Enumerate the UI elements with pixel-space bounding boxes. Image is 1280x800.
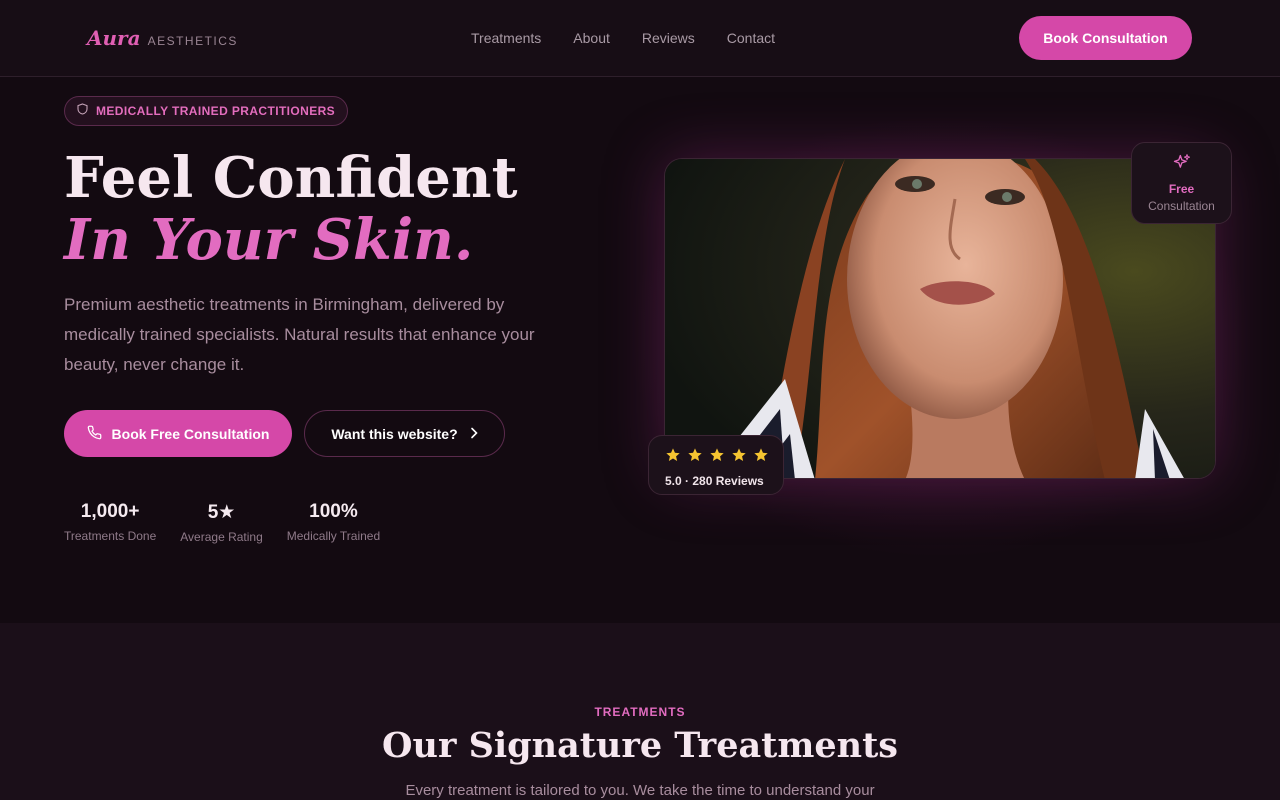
nav-link-treatments[interactable]: Treatments xyxy=(471,30,541,46)
star-rating xyxy=(665,447,783,468)
sparkle-icon xyxy=(1172,153,1192,178)
primary-button-label: Book Free Consultation xyxy=(111,425,270,442)
secondary-button-label: Want this website? xyxy=(331,425,458,442)
star-icon xyxy=(665,447,681,468)
star-icon xyxy=(709,447,725,468)
nav-link-about[interactable]: About xyxy=(573,30,610,46)
badge-label: MEDICALLY TRAINED PRACTITIONERS xyxy=(96,104,336,118)
hero-section: MEDICALLY TRAINED PRACTITIONERS Feel Con… xyxy=(0,77,1280,623)
rating-summary: 5.0 · 280 Reviews xyxy=(665,474,764,488)
stat-label: Average Rating xyxy=(180,530,263,544)
phone-icon xyxy=(87,425,102,443)
nav-link-contact[interactable]: Contact xyxy=(727,30,775,46)
stat-value: 100% xyxy=(309,501,358,522)
section-description: Every treatment is tailored to you. We t… xyxy=(405,782,875,799)
logo-wordmark: Aura xyxy=(87,26,141,50)
stat-trained: 100% Medically Trained xyxy=(287,501,380,544)
logo[interactable]: Aura AESTHETICS xyxy=(87,26,238,50)
stat-label: Medically Trained xyxy=(286,529,381,543)
book-consultation-button[interactable]: Book Consultation xyxy=(1019,16,1192,60)
star-icon xyxy=(753,447,769,468)
stat-value: 5★ xyxy=(207,502,236,523)
hero-stats: 1,000+ Treatments Done 5★ Average Rating… xyxy=(64,501,380,544)
section-title: Our Signature Treatments xyxy=(382,725,898,766)
stat-rating: 5★ Average Rating xyxy=(180,501,263,544)
free-consultation-card: Free Consultation xyxy=(1131,142,1232,224)
stat-label: Treatments Done xyxy=(64,529,157,543)
float-card-subtitle: Consultation xyxy=(1148,199,1215,213)
logo-subtitle: AESTHETICS xyxy=(147,34,238,48)
stat-value: 1,000+ xyxy=(80,501,140,522)
credentials-badge: MEDICALLY TRAINED PRACTITIONERS xyxy=(64,96,349,126)
stat-treatments: 1,000+ Treatments Done xyxy=(64,501,156,544)
hero-headline: Feel Confident In Your Skin. xyxy=(64,147,624,271)
hero-description: Premium aesthetic treatments in Birmingh… xyxy=(64,295,535,374)
chevron-right-icon xyxy=(470,426,478,442)
top-nav: Aura AESTHETICS Treatments About Reviews… xyxy=(0,0,1280,77)
headline-line-2: In Your Skin. xyxy=(64,207,474,273)
nav-links: Treatments About Reviews Contact xyxy=(471,30,775,46)
want-website-button[interactable]: Want this website? xyxy=(304,410,505,457)
section-eyebrow: TREATMENTS xyxy=(594,705,686,719)
book-free-consultation-button[interactable]: Book Free Consultation xyxy=(64,410,292,457)
shield-icon xyxy=(77,102,88,120)
rating-card: 5.0 · 280 Reviews xyxy=(648,435,784,495)
treatments-section: TREATMENTS Our Signature Treatments Ever… xyxy=(0,623,1280,800)
nav-link-reviews[interactable]: Reviews xyxy=(642,30,695,46)
float-card-title: Free xyxy=(1168,182,1195,196)
headline-line-1: Feel Confident xyxy=(64,145,518,211)
star-icon xyxy=(687,447,703,468)
star-icon xyxy=(731,447,747,468)
